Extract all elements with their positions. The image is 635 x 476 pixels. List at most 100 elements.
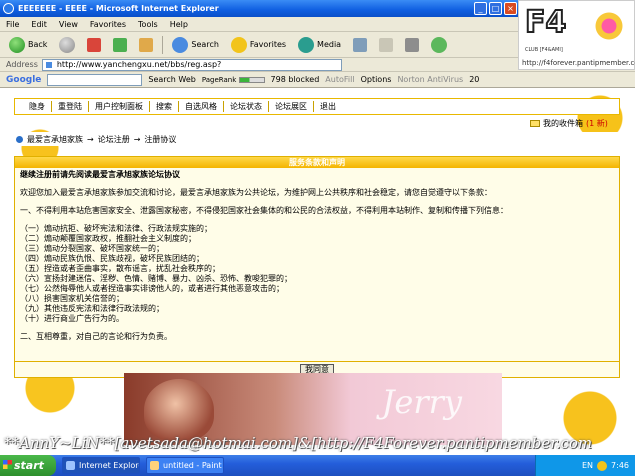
google-toolbar: Google Search Web PageRank 798 blocked A… bbox=[0, 72, 635, 88]
maximize-button[interactable]: □ bbox=[489, 2, 502, 15]
menu-help[interactable]: Help bbox=[170, 17, 188, 31]
options-button[interactable]: Options bbox=[361, 75, 392, 84]
nav-user-control-panel[interactable]: 用户控制面板 bbox=[89, 101, 150, 112]
taskbar: start Internet Explorer untitled - Paint… bbox=[0, 455, 635, 476]
inbox-new-count: (1 新) bbox=[586, 119, 608, 128]
search-web-button[interactable]: Search Web bbox=[148, 75, 195, 84]
list-item: （五）捏造或者歪曲事实，散布谣言，扰乱社会秩序的； bbox=[20, 264, 220, 273]
menu-file[interactable]: File bbox=[6, 17, 19, 31]
search-button[interactable]: Search bbox=[169, 35, 221, 55]
print-icon bbox=[405, 37, 420, 52]
breadcrumb-register[interactable]: 论坛注册 bbox=[98, 134, 130, 145]
google-search-input[interactable] bbox=[47, 73, 143, 86]
nav-forum-gallery[interactable]: 论坛展区 bbox=[269, 101, 314, 112]
breadcrumb-separator: → bbox=[87, 134, 94, 144]
window-controls: _ □ × bbox=[474, 2, 517, 15]
list-item: （八）损害国家机关信誉的； bbox=[20, 294, 124, 303]
popup-counter[interactable]: 20 bbox=[469, 75, 479, 84]
stop-icon bbox=[87, 37, 102, 52]
list-item: （三）煽动分裂国家、破坏国家统一的； bbox=[20, 244, 164, 253]
agreement-clause-1: 一、不得利用本站危害国家安全、泄露国家秘密，不得侵犯国家社会集体的和公民的合法权… bbox=[20, 206, 508, 215]
search-icon bbox=[172, 36, 189, 53]
norton-antivirus-button[interactable]: Norton AntiVirus bbox=[397, 75, 463, 84]
history-button[interactable] bbox=[350, 35, 370, 55]
nav-forum-status[interactable]: 论坛状态 bbox=[224, 101, 269, 112]
inbox-link[interactable]: 我的收件箱 (1 新) bbox=[530, 118, 608, 129]
google-logo[interactable]: Google bbox=[6, 75, 41, 85]
language-indicator[interactable]: EN bbox=[582, 461, 593, 470]
nav-invisible[interactable]: 隐身 bbox=[23, 101, 52, 112]
paint-icon bbox=[150, 461, 159, 470]
minimize-button[interactable]: _ bbox=[474, 2, 487, 15]
search-label: Search bbox=[191, 40, 219, 49]
media-icon bbox=[298, 36, 315, 53]
logo-subtitle: CLUB [F4&AMI] bbox=[525, 47, 563, 53]
page-content: 隐身 重登陆 用户控制面板 搜索 自选风格 论坛状态 论坛展区 退出 我的收件箱… bbox=[0, 88, 635, 445]
list-item: （十）进行商业广告行为的。 bbox=[20, 314, 124, 323]
pagerank-indicator: PageRank bbox=[202, 76, 265, 84]
breadcrumb-home[interactable]: 最爱言承旭家族 bbox=[27, 134, 83, 145]
taskbar-item-paint[interactable]: untitled - Paint bbox=[146, 457, 224, 474]
favorites-label: Favorites bbox=[249, 40, 287, 49]
refresh-icon bbox=[113, 37, 128, 52]
refresh-button[interactable] bbox=[110, 35, 130, 55]
nav-style[interactable]: 自选风格 bbox=[179, 101, 224, 112]
toolbar-separator bbox=[162, 35, 164, 54]
star-icon bbox=[230, 36, 247, 53]
menu-view[interactable]: View bbox=[59, 17, 78, 31]
list-item: （二）煽动颠覆国家政权，推翻社会主义制度的； bbox=[20, 234, 196, 243]
page-icon bbox=[44, 60, 53, 69]
breadcrumb: 最爱言承旭家族 → 论坛注册 → 注册协议 bbox=[14, 132, 620, 146]
agreement-intro: 欢迎您加入最爱言承旭家族参加交流和讨论，最爱言承旭家族为公共论坛，为维护网上公共… bbox=[20, 188, 492, 197]
address-label: Address bbox=[6, 60, 38, 69]
favorites-button[interactable]: Favorites bbox=[228, 35, 289, 55]
menu-edit[interactable]: Edit bbox=[31, 17, 47, 31]
agreement-title: 继续注册前请先阅读最爱言承旭家族论坛协议 bbox=[20, 170, 180, 179]
taskbar-item-ie[interactable]: Internet Explorer bbox=[62, 457, 140, 474]
taskbar-item-label: Internet Explorer bbox=[79, 461, 140, 470]
windows-flag-icon bbox=[3, 460, 12, 469]
list-item: （一）煽动抗拒、破坏宪法和法律、行政法规实施的； bbox=[20, 224, 212, 233]
inbox-label: 我的收件箱 bbox=[543, 119, 583, 128]
watermark: **AnnY~LiN**[avetsada@hotmai.com]&[http:… bbox=[4, 434, 593, 452]
ie-icon bbox=[3, 3, 14, 14]
home-button[interactable] bbox=[136, 35, 156, 55]
banner-text: Jerry bbox=[381, 383, 462, 421]
mail-button[interactable] bbox=[376, 35, 396, 55]
pagerank-bar bbox=[238, 76, 265, 83]
google-logo-text: Google bbox=[6, 74, 42, 85]
media-button[interactable]: Media bbox=[295, 35, 344, 55]
bullet-icon bbox=[16, 135, 23, 143]
address-input[interactable]: http://www.yanchengxu.net/bbs/reg.asp? bbox=[41, 58, 342, 71]
nav-relogin[interactable]: 重登陆 bbox=[52, 101, 89, 112]
start-button[interactable]: start bbox=[0, 455, 56, 476]
flower-heart-icon bbox=[592, 9, 626, 43]
print-button[interactable] bbox=[402, 35, 422, 55]
messenger-button[interactable] bbox=[428, 35, 450, 55]
start-label: start bbox=[14, 459, 44, 472]
tray-icon[interactable] bbox=[597, 460, 608, 471]
popup-blocked-count[interactable]: 798 blocked bbox=[271, 75, 320, 84]
history-icon bbox=[353, 37, 368, 52]
menu-favorites[interactable]: Favorites bbox=[90, 17, 126, 31]
autofill-button[interactable]: AutoFill bbox=[325, 75, 354, 84]
forward-arrow-icon bbox=[59, 36, 76, 53]
agreement-text: 继续注册前请先阅读最爱言承旭家族论坛协议 欢迎您加入最爱言承旭家族参加交流和讨论… bbox=[15, 168, 619, 344]
window-title: EEEEEEE - EEEE - Microsoft Internet Expl… bbox=[18, 4, 219, 13]
panel-title: 服务条款和声明 bbox=[15, 157, 619, 168]
list-item: （七）公然侮辱他人或者捏造事实诽谤他人的，或者进行其他恶意攻击的； bbox=[20, 284, 284, 293]
menu-tools[interactable]: Tools bbox=[138, 17, 158, 31]
back-button[interactable]: Back bbox=[6, 35, 50, 55]
home-icon bbox=[139, 37, 154, 52]
messenger-icon bbox=[431, 36, 448, 53]
breadcrumb-separator: → bbox=[133, 134, 141, 144]
forward-button[interactable] bbox=[56, 35, 78, 55]
close-button[interactable]: × bbox=[504, 2, 517, 15]
back-label: Back bbox=[28, 40, 48, 49]
nav-search[interactable]: 搜索 bbox=[150, 101, 179, 112]
envelope-icon bbox=[530, 120, 540, 127]
back-arrow-icon bbox=[9, 36, 25, 53]
stop-button[interactable] bbox=[84, 35, 104, 55]
nav-logout[interactable]: 退出 bbox=[314, 101, 342, 112]
logo-url: http://f4forever.pantipmember.com bbox=[522, 59, 635, 67]
